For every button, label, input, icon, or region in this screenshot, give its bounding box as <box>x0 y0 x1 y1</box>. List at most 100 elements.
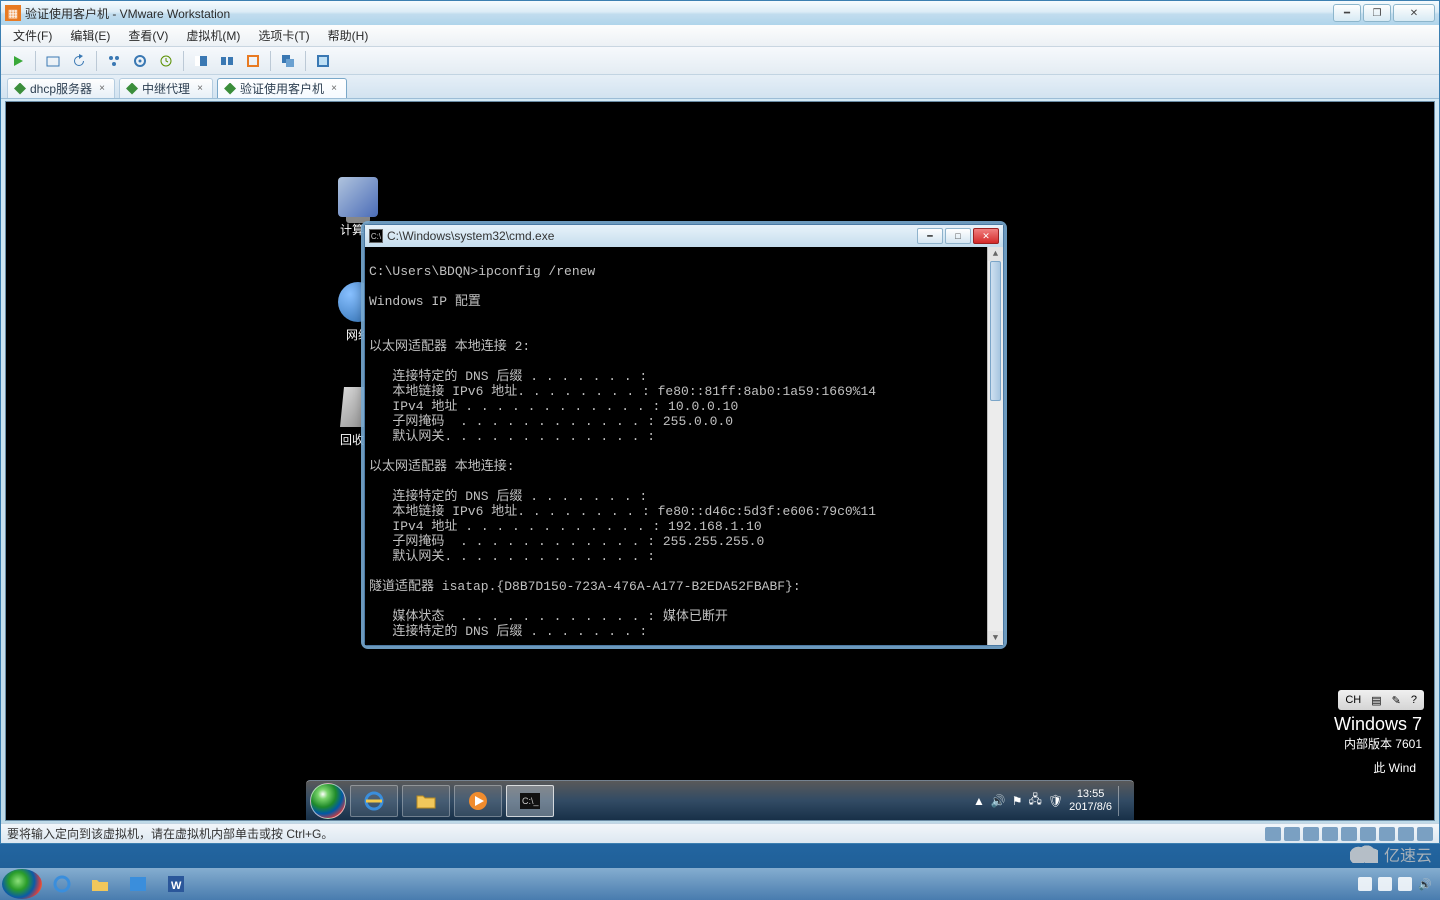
vm-tab-power-icon <box>14 83 26 95</box>
language-bar[interactable]: CH ▤ ✎ ? <box>1338 690 1424 710</box>
device-hdd-icon[interactable] <box>1265 827 1281 841</box>
cmd-body[interactable]: C:\Users\BDQN>ipconfig /renew Windows IP… <box>365 247 1003 645</box>
cmd-minimize-button[interactable]: ━ <box>917 228 943 244</box>
taskbar-wmp[interactable] <box>454 785 502 817</box>
brand-main: Windows 7 <box>1334 714 1422 735</box>
snapshot-take-icon[interactable] <box>42 50 64 72</box>
tray-security-icon[interactable]: 🛡 <box>1048 794 1063 808</box>
cmd-close-button[interactable]: ✕ <box>973 228 999 244</box>
tray-network-icon[interactable]: 🖧 <box>1029 790 1042 811</box>
start-button[interactable] <box>310 783 346 819</box>
guest-clock[interactable]: 13:55 2017/8/6 <box>1069 788 1112 814</box>
separator <box>305 51 306 71</box>
vm-tab-client[interactable]: 验证使用客户机 × <box>217 78 347 98</box>
tab-close-icon[interactable]: × <box>96 83 108 95</box>
outer-tray-3-icon[interactable] <box>1398 877 1412 891</box>
ime-help-icon[interactable]: ? <box>1408 693 1420 707</box>
scroll-thumb[interactable] <box>990 261 1001 401</box>
vm-tab-power-icon <box>224 83 236 95</box>
device-nic-icon[interactable] <box>1322 827 1338 841</box>
host-device-icons <box>1265 827 1433 841</box>
cloud-icon <box>1350 845 1378 863</box>
cmd-maximize-button[interactable]: □ <box>945 228 971 244</box>
outer-pin-ie[interactable] <box>44 870 80 898</box>
tab-close-icon[interactable]: × <box>328 83 340 95</box>
ime-options-icon[interactable]: ▤ <box>1368 693 1384 708</box>
cmd-titlebar[interactable]: C:\ C:\Windows\system32\cmd.exe ━ □ ✕ <box>365 225 1003 247</box>
outer-pin-word[interactable]: W <box>158 870 194 898</box>
menu-tabs[interactable]: 选项卡(T) <box>250 25 317 46</box>
clock-icon[interactable] <box>155 50 177 72</box>
snapshot-manager-icon[interactable] <box>103 50 125 72</box>
tab-close-icon[interactable]: × <box>194 83 206 95</box>
tray-flag-icon[interactable]: ⚑ <box>1012 794 1023 808</box>
tray-show-hidden-icon[interactable]: ▲ <box>973 794 985 808</box>
host-title: 验证使用客户机 - VMware Workstation <box>25 5 1333 22</box>
scroll-down-icon[interactable]: ▼ <box>988 631 1003 645</box>
vm-tabs-bar: dhcp服务器 × 中继代理 × 验证使用客户机 × <box>1 75 1439 99</box>
outer-tray-volume-icon[interactable]: 🔊 <box>1418 878 1432 891</box>
fullscreen-icon[interactable] <box>312 50 334 72</box>
device-sound-icon[interactable] <box>1360 827 1376 841</box>
outer-start-button[interactable] <box>2 869 42 899</box>
menu-vm[interactable]: 虚拟机(M) <box>178 25 248 46</box>
taskbar-explorer[interactable] <box>402 785 450 817</box>
settings-icon[interactable] <box>129 50 151 72</box>
guest-desktop[interactable]: 计算机 网络 回收站 C:\ C:\Windows\system32\cmd.e… <box>5 101 1435 821</box>
menu-view[interactable]: 查看(V) <box>120 25 176 46</box>
vm-tab-label: 中继代理 <box>142 80 190 97</box>
device-floppy-icon[interactable] <box>1303 827 1319 841</box>
separator <box>96 51 97 71</box>
device-more-icon[interactable] <box>1417 827 1433 841</box>
menu-help[interactable]: 帮助(H) <box>320 25 377 46</box>
scroll-up-icon[interactable]: ▲ <box>988 247 1003 261</box>
taskbar-cmd[interactable]: C:\_ <box>506 785 554 817</box>
cmd-output-text: C:\Users\BDQN>ipconfig /renew Windows IP… <box>369 264 876 639</box>
tray-volume-icon[interactable]: 🔊 <box>991 794 1006 808</box>
menu-file[interactable]: 文件(F) <box>5 25 60 46</box>
outer-taskbar[interactable]: W 🔊 <box>0 868 1440 900</box>
host-statusbar: 要将输入定向到该虚拟机，请在虚拟机内部单击或按 Ctrl+G。 <box>1 823 1439 843</box>
outer-tray-1-icon[interactable] <box>1358 877 1372 891</box>
maximize-button[interactable]: ❐ <box>1363 4 1391 22</box>
unity-icon[interactable] <box>242 50 264 72</box>
close-button[interactable]: ✕ <box>1393 4 1435 22</box>
minimize-button[interactable]: ━ <box>1333 4 1361 22</box>
power-on-icon[interactable] <box>7 50 29 72</box>
cmd-scrollbar[interactable]: ▲ ▼ <box>987 247 1003 645</box>
outer-pin-window1[interactable] <box>120 870 156 898</box>
show-desktop-button[interactable] <box>1118 786 1124 816</box>
brand-hint: 此 Wind <box>1373 759 1416 776</box>
show-console-icon[interactable] <box>190 50 212 72</box>
taskbar-ie[interactable] <box>350 785 398 817</box>
cmd-window[interactable]: C:\ C:\Windows\system32\cmd.exe ━ □ ✕ C:… <box>364 224 1004 646</box>
device-cd-icon[interactable] <box>1284 827 1300 841</box>
guest-taskbar[interactable]: C:\_ ▲ 🔊 ⚑ 🖧 🛡 13:55 2017/8/6 <box>306 780 1134 820</box>
outer-tray: 🔊 <box>1358 877 1438 891</box>
ime-indicator[interactable]: CH <box>1342 693 1364 707</box>
outer-pin-explorer[interactable] <box>82 870 118 898</box>
vm-tab-relay[interactable]: 中继代理 × <box>119 78 213 98</box>
outer-tray-2-icon[interactable] <box>1378 877 1392 891</box>
svg-text:C:\_: C:\_ <box>522 796 540 806</box>
statusbar-text: 要将输入定向到该虚拟机，请在虚拟机内部单击或按 Ctrl+G。 <box>7 825 333 842</box>
thumbnail-bar-icon[interactable] <box>216 50 238 72</box>
folder-icon <box>415 790 437 812</box>
ie-icon <box>52 874 72 894</box>
host-titlebar[interactable]: ▦ 验证使用客户机 - VMware Workstation ━ ❐ ✕ <box>1 1 1439 25</box>
cycle-multiple-icon[interactable] <box>277 50 299 72</box>
device-printer-icon[interactable] <box>1379 827 1395 841</box>
ime-tool-icon[interactable]: ✎ <box>1389 693 1404 708</box>
device-usb-icon[interactable] <box>1341 827 1357 841</box>
vm-tab-power-icon <box>126 83 138 95</box>
menu-edit[interactable]: 编辑(E) <box>62 25 118 46</box>
vmware-window: ▦ 验证使用客户机 - VMware Workstation ━ ❐ ✕ 文件(… <box>0 0 1440 844</box>
window-icon <box>128 874 148 894</box>
ie-icon <box>363 790 385 812</box>
host-menubar: 文件(F) 编辑(E) 查看(V) 虚拟机(M) 选项卡(T) 帮助(H) <box>1 25 1439 47</box>
vm-tab-dhcp[interactable]: dhcp服务器 × <box>7 78 115 98</box>
snapshot-revert-icon[interactable] <box>68 50 90 72</box>
separator <box>270 51 271 71</box>
cmd-title: C:\Windows\system32\cmd.exe <box>387 229 917 243</box>
device-display-icon[interactable] <box>1398 827 1414 841</box>
